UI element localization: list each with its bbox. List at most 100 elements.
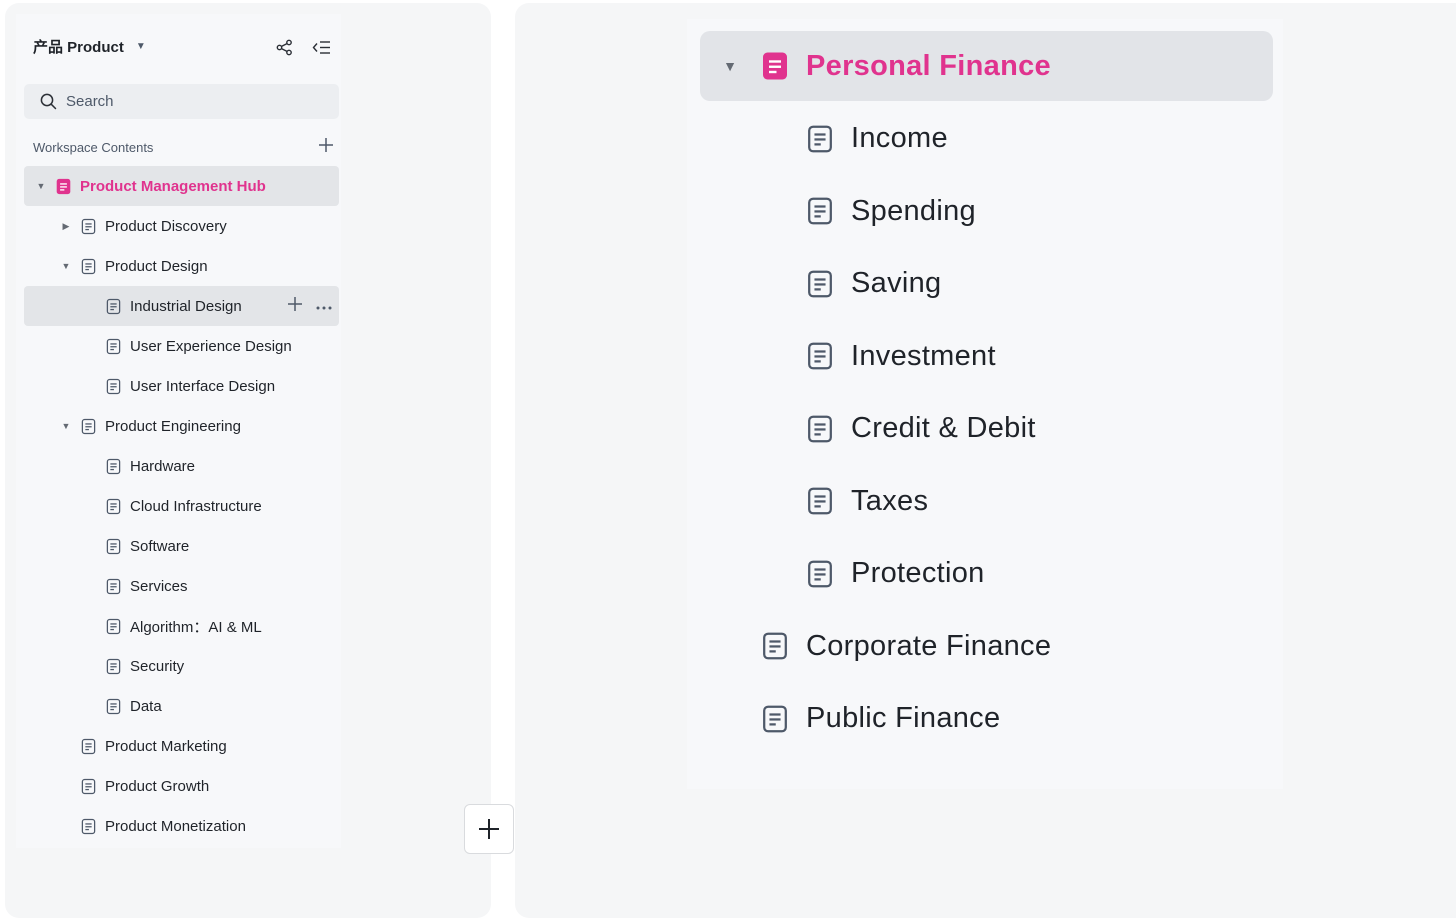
document-icon: [805, 414, 835, 444]
tree-item-label: Software: [130, 537, 190, 555]
tree-item[interactable]: Algorithm：AI & ML: [24, 606, 339, 646]
tree-item[interactable]: Hardware: [24, 446, 339, 486]
tree-item[interactable]: Saving: [700, 249, 941, 319]
document-icon: [104, 697, 122, 715]
tree-item[interactable]: Spending: [700, 176, 976, 246]
tree-item-label: Taxes: [851, 484, 929, 517]
plus-icon: [479, 819, 499, 839]
document-icon: [104, 377, 122, 395]
document-icon: [79, 417, 97, 435]
caret-down-icon[interactable]: ▼: [700, 58, 760, 74]
tree-item[interactable]: User Interface Design: [24, 366, 339, 406]
tree-item-label: Product Design: [105, 257, 208, 275]
document-icon: [805, 559, 835, 589]
search-icon: [40, 93, 57, 110]
tree-item-label: Product Discovery: [105, 217, 227, 235]
share-icon[interactable]: [273, 36, 295, 58]
tree-item-label: Investment: [851, 339, 996, 372]
document-icon: [79, 777, 97, 795]
document-icon: [104, 577, 122, 595]
tree-item[interactable]: ▼ Product Management Hub: [24, 166, 339, 206]
document-icon: [760, 631, 790, 661]
add-page-icon[interactable]: [315, 134, 337, 156]
caret-right-icon[interactable]: ▶: [59, 221, 73, 232]
tree-item-label: Protection: [851, 557, 985, 589]
search-input[interactable]: [66, 93, 306, 110]
sidebar-header: 产品 Product ▼: [16, 32, 341, 62]
document-icon: [104, 657, 122, 675]
tree-item-label: Credit & Debit: [851, 412, 1036, 444]
document-icon: [104, 457, 122, 475]
tree-item[interactable]: Industrial Design: [24, 286, 339, 326]
tree-item-label: Security: [130, 657, 185, 675]
row-actions: [287, 296, 333, 317]
tree-item[interactable]: Software: [24, 526, 339, 566]
caret-down-icon[interactable]: ▼: [59, 421, 73, 431]
tree-item-label: Services: [130, 577, 188, 595]
add-button[interactable]: [464, 804, 514, 854]
tree-item-label: Cloud Infrastructure: [130, 497, 262, 515]
document-icon: [54, 177, 72, 195]
more-options-icon[interactable]: [315, 298, 333, 316]
tree-root-item[interactable]: ▼ Personal Finance: [700, 31, 1273, 101]
tree-item-label: Data: [130, 697, 162, 715]
tree-item[interactable]: User Experience Design: [24, 326, 339, 366]
document-icon: [805, 124, 835, 154]
document-icon: [79, 737, 97, 755]
add-subpage-icon[interactable]: [287, 296, 303, 317]
document-icon: [79, 817, 97, 835]
document-icon: [760, 704, 790, 734]
tree-item[interactable]: Investment: [700, 321, 996, 391]
tree-item-label: Product Growth: [105, 777, 210, 795]
tree-item[interactable]: ▼ Product Design: [24, 246, 339, 286]
tree-item[interactable]: Product Growth: [24, 766, 339, 806]
tree-item[interactable]: Product Marketing: [24, 726, 339, 766]
tree-item[interactable]: Product Monetization: [24, 806, 339, 846]
tree-item[interactable]: ▼ Product Engineering: [24, 406, 339, 446]
tree-item-label: Income: [851, 122, 948, 154]
tree-item-label: Product Monetization: [105, 817, 246, 835]
tree-item[interactable]: Income: [700, 104, 948, 174]
document-icon: [104, 497, 122, 515]
document-icon: [79, 217, 97, 235]
tree-item-label: Algorithm：AI & ML: [130, 618, 262, 636]
tree-item[interactable]: Taxes: [700, 466, 928, 536]
tree-item-label: Public Finance: [806, 702, 1001, 734]
document-icon: [79, 257, 97, 275]
tree-item-label: Product Management Hub: [80, 177, 266, 195]
caret-down-icon[interactable]: ▼: [34, 181, 48, 191]
caret-down-icon: ▼: [135, 41, 146, 52]
tree-item-label: User Interface Design: [130, 377, 276, 395]
workspace-name: 产品 Product: [33, 39, 124, 56]
left-panel: 产品 Product ▼ Workspace Contents ▼ Product…: [5, 3, 514, 918]
tree-item[interactable]: Corporate Finance: [700, 611, 1051, 681]
document-icon: [104, 617, 122, 635]
tree-item[interactable]: Credit & Debit: [700, 394, 1036, 464]
tree-item[interactable]: Security: [24, 646, 339, 686]
page-tree: ▼ Product Management Hub ▶ Product Discover…: [24, 166, 339, 846]
search-box[interactable]: [24, 84, 339, 119]
tree-item[interactable]: Services: [24, 566, 339, 606]
document-icon: [805, 341, 835, 371]
tree-item[interactable]: ▶ Product Discovery: [24, 206, 339, 246]
document-icon: [104, 537, 122, 555]
tree-item-label: User Experience Design: [130, 337, 292, 355]
caret-down-icon[interactable]: ▼: [59, 261, 73, 271]
tree-item[interactable]: Public Finance: [700, 684, 1000, 754]
tree-item-label: Spending: [851, 194, 976, 227]
tree-item-label: Industrial Design: [130, 297, 242, 315]
document-icon: [805, 269, 835, 299]
sidebar: 产品 Product ▼ Workspace Contents ▼ Product…: [16, 14, 341, 848]
tree-item[interactable]: Data: [24, 686, 339, 726]
tree-item[interactable]: Cloud Infrastructure: [24, 486, 339, 526]
right-panel: ▼ Personal Finance Income Spending Saving Inv…: [515, 3, 1456, 918]
workspace-switcher[interactable]: 产品 Product ▼: [33, 36, 146, 57]
collapse-sidebar-icon[interactable]: [310, 36, 332, 58]
tree-item-label: Corporate Finance: [806, 629, 1052, 662]
document-icon: [805, 486, 835, 516]
tree-item-label: Personal Finance: [806, 49, 1051, 82]
tree-item[interactable]: Protection: [700, 539, 985, 609]
document-icon: [104, 337, 122, 355]
tree-item-label: Saving: [851, 267, 942, 299]
zoomed-page-tree: ▼ Personal Finance Income Spending Saving Inv…: [687, 19, 1283, 789]
